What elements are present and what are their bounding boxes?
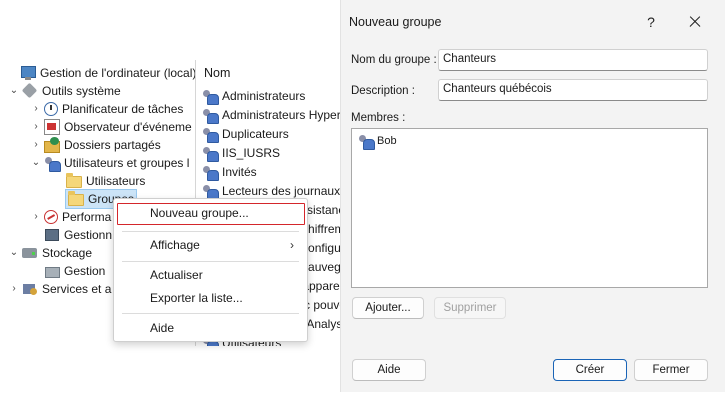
group-icon [202,164,219,181]
computer-icon [20,65,36,81]
list-item[interactable]: Invités [202,163,257,181]
menu-separator [122,261,299,262]
new-group-dialog: Nouveau groupe ? Nom du groupe : Chanteu… [340,0,725,392]
menu-item-view[interactable]: Affichage › [118,234,304,256]
description-field[interactable]: Chanteurs québécois [438,79,708,101]
tree-node-event-viewer[interactable]: › Observateur d'événeme [30,118,192,136]
shared-folder-icon [44,137,60,153]
description-label: Description : [351,85,415,97]
chevron-down-icon[interactable]: ⌄ [30,154,42,172]
list-item-label: Administrateurs Hyper [222,108,341,122]
clock-icon [44,102,58,116]
tree-node-disk-management[interactable]: Gestion [30,262,105,280]
group-icon [202,183,219,200]
folder-icon [68,191,84,206]
event-log-icon [44,119,60,135]
user-icon [358,133,375,150]
group-icon [202,145,219,162]
add-button[interactable]: Ajouter... [352,297,424,319]
column-header-name[interactable]: Nom [204,66,230,80]
menu-item-label: Aide [150,321,175,335]
chevron-right-icon: › [290,238,294,252]
folder-icon [66,173,82,188]
group-icon [202,126,219,143]
tree-node-label: Stockage [42,246,93,260]
tree-node-label: Gestion [64,264,106,278]
menu-item-label: Actualiser [150,268,203,282]
chevron-right-icon[interactable]: › [30,100,42,118]
disk-icon [44,263,60,279]
tree-node-label: Utilisateurs et groupes l [64,156,190,170]
menu-item-label: Exporter la liste... [150,291,243,305]
menu-separator [122,313,299,314]
create-button[interactable]: Créer [553,359,627,381]
tree-node-services[interactable]: › Services et a [8,280,111,298]
close-button[interactable]: Fermer [634,359,708,381]
menu-item-label: Affichage [150,238,200,252]
tree-node-label: Utilisateurs [86,174,146,188]
member-name: Bob [377,135,397,147]
list-item-label: IIS_IUSRS [222,146,281,160]
chevron-right-icon[interactable]: › [30,118,42,136]
help-button[interactable]: Aide [352,359,426,381]
tree-node-label: Services et a [42,282,112,296]
context-menu: Nouveau groupe... Affichage › Actualiser… [113,198,308,342]
tree-node-label: Outils système [42,84,121,98]
tree-node-task-scheduler[interactable]: › Planificateur de tâches [30,100,183,118]
remove-button[interactable]: Supprimer [434,297,506,319]
list-item[interactable]: Administrateurs [202,87,305,105]
tree-node-device-manager[interactable]: Gestionn [30,226,112,244]
list-item[interactable]: Bob [358,133,397,150]
tools-icon [22,83,38,99]
list-item-label: Administrateurs [222,89,306,103]
tree-node-label: Observateur d'événeme [64,120,192,134]
tree-node-storage[interactable]: ⌄ Stockage [8,244,92,262]
list-item-label: Duplicateurs [222,127,289,141]
tree-node-users[interactable]: Utilisateurs [52,172,145,190]
tree-node-label: Planificateur de tâches [62,102,184,116]
menu-separator [122,231,299,232]
tree-node-label: Dossiers partagés [64,138,161,152]
tree-node-performance[interactable]: › Performa [30,208,111,226]
chevron-right-icon[interactable]: › [8,280,20,298]
menu-item-help[interactable]: Aide [118,317,304,339]
device-manager-icon [44,227,60,243]
menu-item-new-group[interactable]: Nouveau groupe... [117,203,305,225]
menu-item-export-list[interactable]: Exporter la liste... [118,287,304,309]
dialog-title: Nouveau groupe [349,15,442,29]
tree-node-label: Gestionn [64,228,113,242]
storage-icon [22,245,38,261]
group-icon [202,107,219,124]
help-icon[interactable]: ? [642,12,660,32]
tree-node-label: Performa [62,210,112,224]
menu-item-label: Nouveau groupe... [150,206,249,220]
group-icon [202,88,219,105]
tree-node-local-users-groups[interactable]: ⌄ Utilisateurs et groupes l [30,154,189,172]
chevron-right-icon[interactable]: › [30,208,42,226]
menu-item-refresh[interactable]: Actualiser [118,264,304,286]
chevron-down-icon[interactable]: ⌄ [8,244,20,262]
tree-node-shared-folders[interactable]: › Dossiers partagés [30,136,161,154]
chevron-right-icon[interactable]: › [30,136,42,154]
close-icon[interactable] [683,10,707,34]
group-name-field[interactable]: Chanteurs [438,49,708,71]
list-item[interactable]: Administrateurs Hyper [202,106,341,124]
tree-node-system-tools[interactable]: ⌄ Outils système [8,82,121,100]
performance-icon [44,210,58,224]
group-name-label: Nom du groupe : [351,54,437,66]
services-icon [22,281,38,297]
members-label: Membres : [351,112,406,124]
list-item[interactable]: IIS_IUSRS [202,144,280,162]
tree-node-label: Gestion de l'ordinateur (local) [40,66,196,80]
users-icon [44,155,61,172]
list-item[interactable]: Duplicateurs [202,125,289,143]
members-list[interactable]: Bob [351,128,708,288]
tree-node-computer-management[interactable]: Gestion de l'ordinateur (local) [6,64,196,82]
list-item-label: Invités [222,165,257,179]
chevron-down-icon[interactable]: ⌄ [8,82,20,100]
